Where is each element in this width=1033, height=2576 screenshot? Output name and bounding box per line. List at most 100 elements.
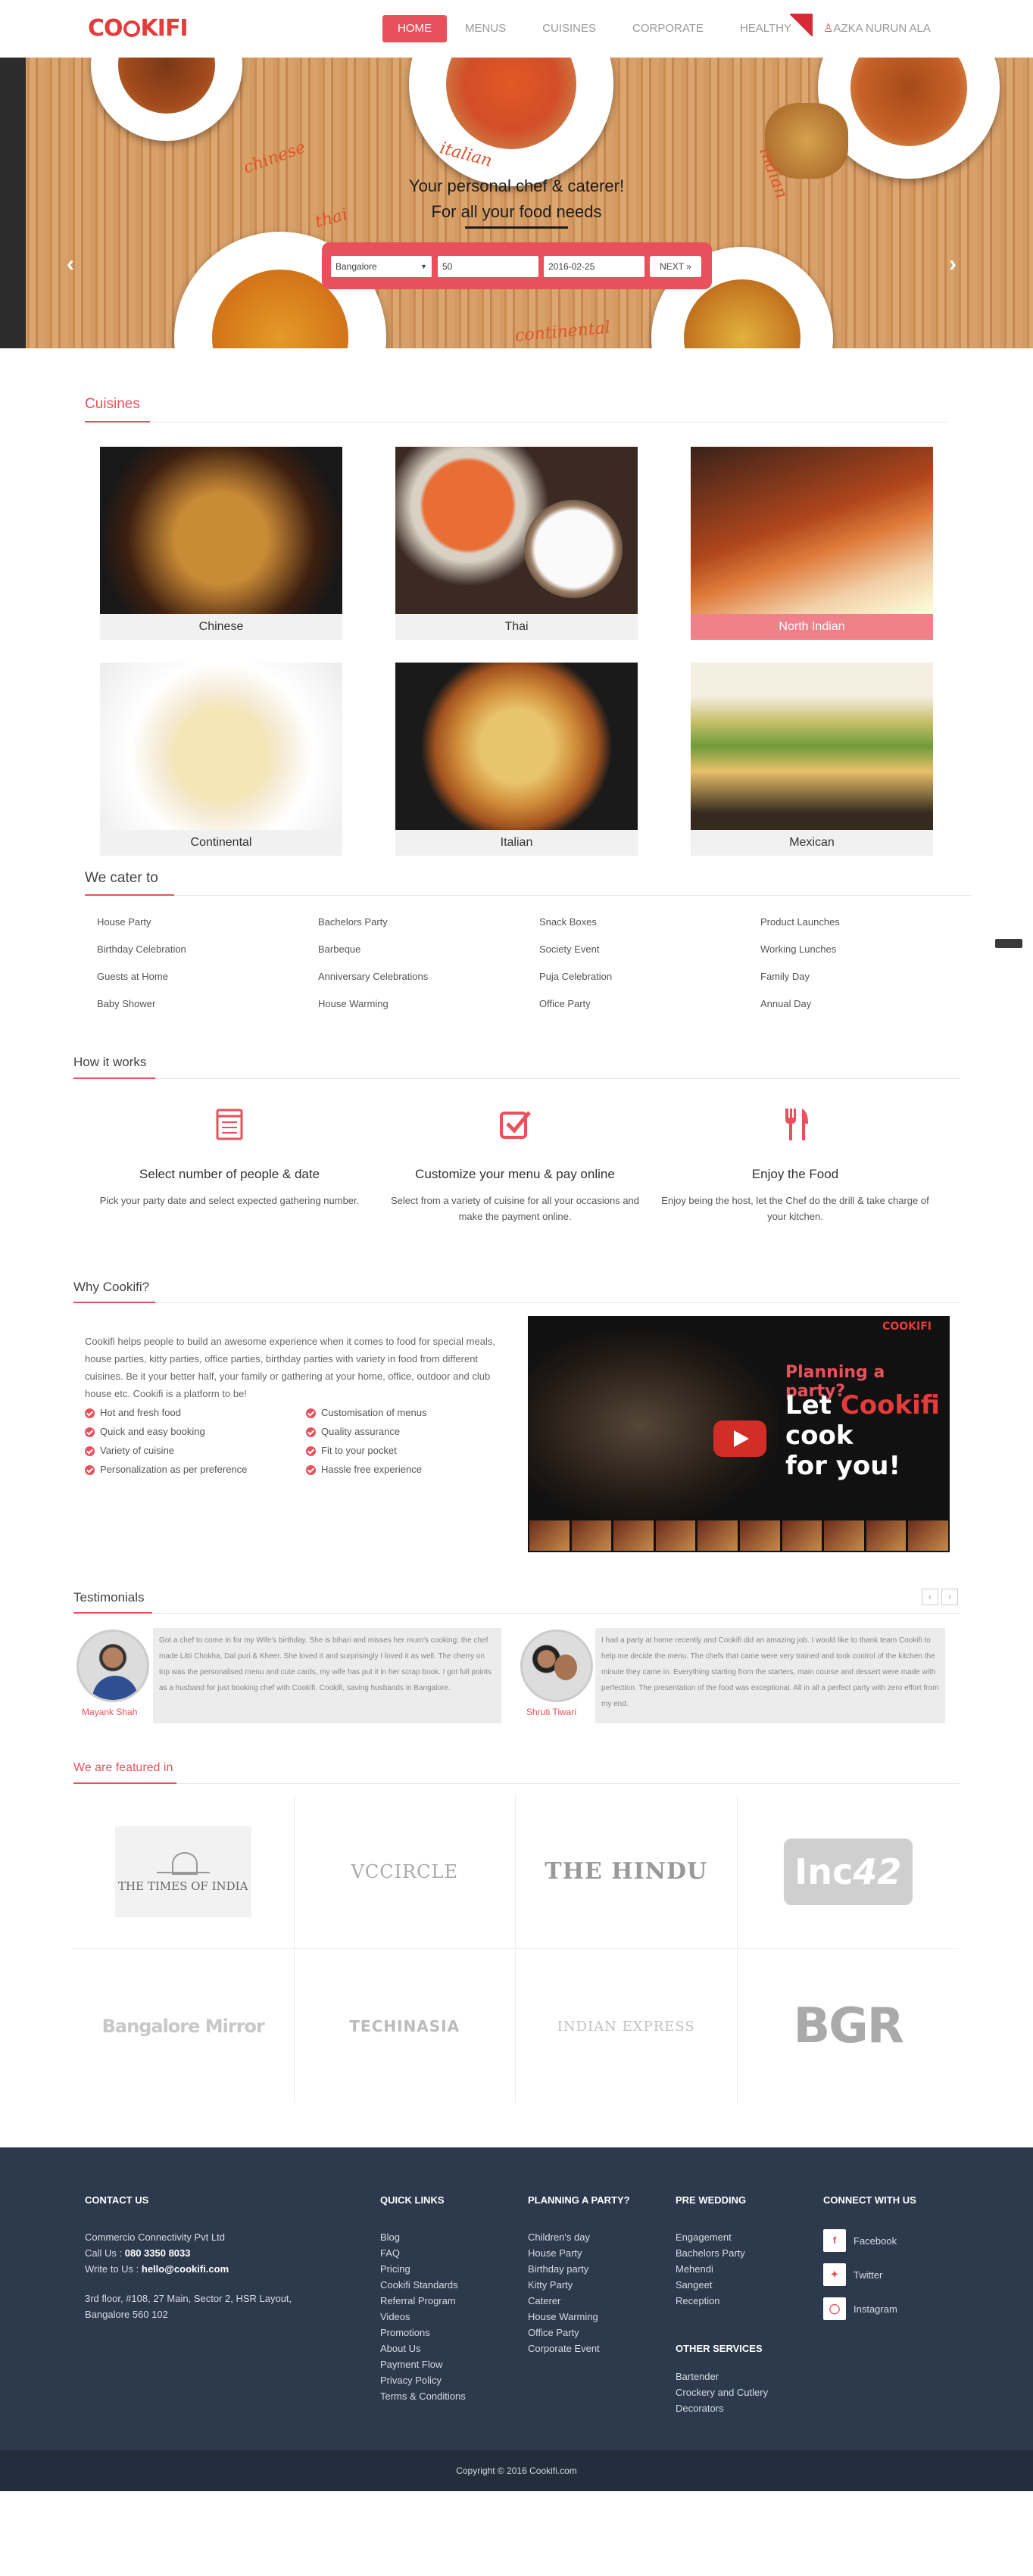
footer-link[interactable]: Videos [380, 2309, 466, 2325]
city-select[interactable]: Bangalore ▼ [331, 256, 432, 277]
section-divider [85, 422, 948, 423]
instagram-link[interactable]: ◯ Instagram [823, 2297, 897, 2320]
next-button[interactable]: NEXT » [650, 256, 701, 277]
phone-number[interactable]: 080 3350 8033 [125, 2247, 191, 2259]
footer-planning-links: Children's day House Party Birthday part… [528, 2229, 600, 2356]
cater-item[interactable]: Society Event [539, 943, 760, 956]
cuisine-card-north-indian[interactable]: North Indian [691, 447, 933, 640]
cater-item[interactable]: Birthday Celebration [97, 943, 318, 956]
video-thumbnail[interactable] [613, 1520, 654, 1551]
nav-user-account[interactable]: ♙AZKA NURUN ALA [810, 15, 931, 42]
section-divider [85, 895, 971, 896]
cater-item[interactable]: Bachelors Party [318, 916, 539, 928]
play-button-icon[interactable] [713, 1421, 766, 1457]
cater-item[interactable]: Baby Shower [97, 998, 318, 1010]
inc42-logo[interactable]: Inc 42 [783, 1838, 913, 1905]
cater-item[interactable]: House Party [97, 916, 318, 928]
footer-link[interactable]: Office Party [528, 2325, 600, 2341]
cater-item[interactable]: Working Lunches [760, 943, 912, 956]
testimonial-prev-button[interactable]: ‹ [922, 1589, 938, 1605]
carousel-next-arrow[interactable]: › [949, 253, 957, 276]
cuisine-card-mexican[interactable]: Mexican [691, 663, 933, 856]
techinasia-logo[interactable]: TECHINASIA [349, 2017, 460, 2035]
bgr-logo[interactable]: BGR [793, 1998, 904, 2054]
video-thumbnail[interactable] [655, 1520, 696, 1551]
footer-link[interactable]: Sangeet [676, 2277, 745, 2293]
footer-link[interactable]: Mehendi [676, 2261, 745, 2277]
cuisine-card-chinese[interactable]: Chinese [100, 447, 342, 640]
video-thumbnail[interactable] [866, 1520, 907, 1551]
cater-item[interactable]: Puja Celebration [539, 971, 760, 983]
nav-home[interactable]: HOME [382, 15, 447, 42]
indian-express-logo[interactable]: INDIAN EXPRESS [557, 2019, 695, 2035]
cater-item[interactable]: Guests at Home [97, 971, 318, 983]
bangalore-mirror-logo[interactable]: Bangalore Mirror [102, 2016, 265, 2037]
facebook-link[interactable]: f Facebook [823, 2229, 897, 2252]
cuisine-card-continental[interactable]: Continental [100, 663, 342, 856]
cater-item[interactable]: Snack Boxes [539, 916, 760, 928]
video-thumbnail[interactable] [824, 1520, 864, 1551]
cater-item[interactable]: Annual Day [760, 998, 912, 1010]
footer-link[interactable]: About Us [380, 2341, 466, 2356]
cater-item[interactable]: Anniversary Celebrations [318, 971, 539, 983]
video-thumbnail[interactable] [782, 1520, 822, 1551]
footer-link[interactable]: Promotions [380, 2325, 466, 2341]
footer-link[interactable]: Payment Flow [380, 2356, 466, 2372]
video-thumbnail[interactable] [698, 1520, 738, 1551]
people-count-input[interactable]: 50 [438, 256, 538, 277]
footer-link[interactable]: Referral Program [380, 2293, 466, 2309]
date-input[interactable]: 2016-02-25 [544, 256, 644, 277]
site-header: CO KIFI HOME MENUS CUISINES CORPORATE HEA… [0, 0, 1033, 58]
video-thumbnail[interactable] [908, 1520, 948, 1551]
footer-link[interactable]: Engagement [676, 2229, 745, 2245]
cater-item[interactable]: House Warming [318, 998, 539, 1010]
video-thumbnail[interactable] [739, 1520, 780, 1551]
footer-link[interactable]: Crockery and Cutlery [676, 2384, 768, 2400]
nav-cuisines[interactable]: CUISINES [524, 15, 614, 42]
nav-healthy[interactable]: HEALTHY [722, 14, 813, 42]
cookifi-logo[interactable]: CO KIFI [88, 15, 189, 42]
times-of-india-logo[interactable]: THE TIMES OF INDIA [114, 1826, 251, 1917]
footer-link[interactable]: Cookifi Standards [380, 2277, 466, 2293]
cater-item[interactable]: Barbeque [318, 943, 539, 956]
booking-search-box: Bangalore ▼ 50 2016-02-25 NEXT » [322, 242, 712, 289]
footer-link[interactable]: Blog [380, 2229, 466, 2245]
footer-link[interactable]: Privacy Policy [380, 2372, 466, 2388]
testimonial-next-button[interactable]: › [941, 1589, 958, 1605]
cuisine-card-italian[interactable]: Italian [395, 663, 638, 856]
footer-link[interactable]: House Warming [528, 2309, 600, 2325]
twitter-link[interactable]: ✦ Twitter [823, 2263, 882, 2286]
cuisine-name: Mexican [789, 836, 835, 849]
footer-link[interactable]: Caterer [528, 2293, 600, 2309]
carousel-prev-arrow[interactable]: ‹ [67, 253, 74, 276]
logo-text-left: CO [88, 15, 123, 42]
email-link[interactable]: hello@cookifi.com [142, 2263, 229, 2275]
footer-link[interactable]: Birthday party [528, 2261, 600, 2277]
cater-item[interactable]: Office Party [539, 998, 760, 1010]
footer-link[interactable]: FAQ [380, 2245, 466, 2261]
video-thumbnail[interactable] [529, 1520, 570, 1551]
cater-item[interactable]: Family Day [760, 971, 912, 983]
promo-video-player[interactable]: COOKIFI Planning a party? Let Cookifi coo… [528, 1316, 950, 1552]
feedback-side-tab[interactable] [995, 939, 1022, 948]
check-circle-icon [85, 1408, 95, 1418]
video-thumbnail[interactable] [571, 1520, 612, 1551]
footer-link[interactable]: Decorators [676, 2400, 768, 2416]
footer-link[interactable]: House Party [528, 2245, 600, 2261]
how-step-desc: Pick your party date and select expected… [99, 1195, 360, 1206]
nav-menus[interactable]: MENUS [447, 15, 524, 42]
footer-link[interactable]: Reception [676, 2293, 745, 2309]
nav-corporate[interactable]: CORPORATE [614, 15, 722, 42]
footer-link[interactable]: Bachelors Party [676, 2245, 745, 2261]
cuisine-card-thai[interactable]: Thai [395, 447, 638, 640]
footer-link[interactable]: Kitty Party [528, 2277, 600, 2293]
footer-link[interactable]: Corporate Event [528, 2341, 600, 2356]
footer-link[interactable]: Pricing [380, 2261, 466, 2277]
the-hindu-logo[interactable]: THE HINDU [545, 1858, 707, 1885]
food-word: continental [514, 318, 611, 346]
footer-link[interactable]: Children's day [528, 2229, 600, 2245]
cater-item[interactable]: Product Launches [760, 916, 912, 928]
vccircle-logo[interactable]: VCCIRCLE [351, 1861, 458, 1882]
footer-link[interactable]: Terms & Conditions [380, 2388, 466, 2404]
footer-link[interactable]: Bartender [676, 2369, 768, 2384]
